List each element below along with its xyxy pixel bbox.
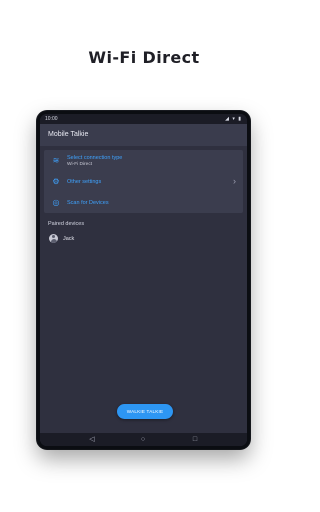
chevron-right-icon: › <box>233 176 236 186</box>
paired-devices-heading: Paired devices <box>48 221 85 227</box>
other-settings-label: Other settings <box>67 178 102 185</box>
app-bar: Mobile Talkie <box>40 124 247 146</box>
scan-for-devices-label: Scan for Devices <box>67 199 109 206</box>
back-icon[interactable]: ◁ <box>86 433 98 446</box>
app-title: Mobile Talkie <box>48 131 89 138</box>
walkie-talkie-button[interactable]: WALKIE TALKIE <box>117 404 173 419</box>
other-settings-item[interactable]: ⚙ Other settings › <box>44 171 243 192</box>
home-icon[interactable]: ○ <box>137 433 149 446</box>
tablet-frame: 10:00 ◢ ▾ ▮ Mobile Talkie ≋ Select conne… <box>37 111 250 449</box>
gear-icon: ⚙ <box>52 176 60 186</box>
page-headline: Wi-Fi Direct <box>88 48 200 67</box>
settings-card: ≋ Select connection type Wi-Fi Direct ⚙ … <box>44 150 243 213</box>
status-bar: 10:00 ◢ ▾ ▮ <box>40 114 247 124</box>
status-time: 10:00 <box>45 116 58 122</box>
avatar <box>49 234 58 243</box>
select-connection-type-item[interactable]: ≋ Select connection type Wi-Fi Direct <box>44 150 243 171</box>
wifi-icon: ≋ <box>52 155 60 165</box>
status-icons: ◢ ▾ ▮ <box>225 116 242 122</box>
paired-device-name: Jack <box>63 235 75 242</box>
scan-for-devices-item[interactable]: ◎ Scan for Devices <box>44 192 243 213</box>
paired-device-item[interactable]: Jack <box>40 227 247 243</box>
select-connection-type-label: Select connection type <box>67 154 123 161</box>
navigation-bar: ◁ ○ □ <box>40 433 247 446</box>
recent-apps-icon[interactable]: □ <box>189 433 201 446</box>
broadcast-icon: ◎ <box>52 197 60 207</box>
connection-type-value: Wi-Fi Direct <box>67 161 93 167</box>
app-screen: 10:00 ◢ ▾ ▮ Mobile Talkie ≋ Select conne… <box>40 114 247 446</box>
